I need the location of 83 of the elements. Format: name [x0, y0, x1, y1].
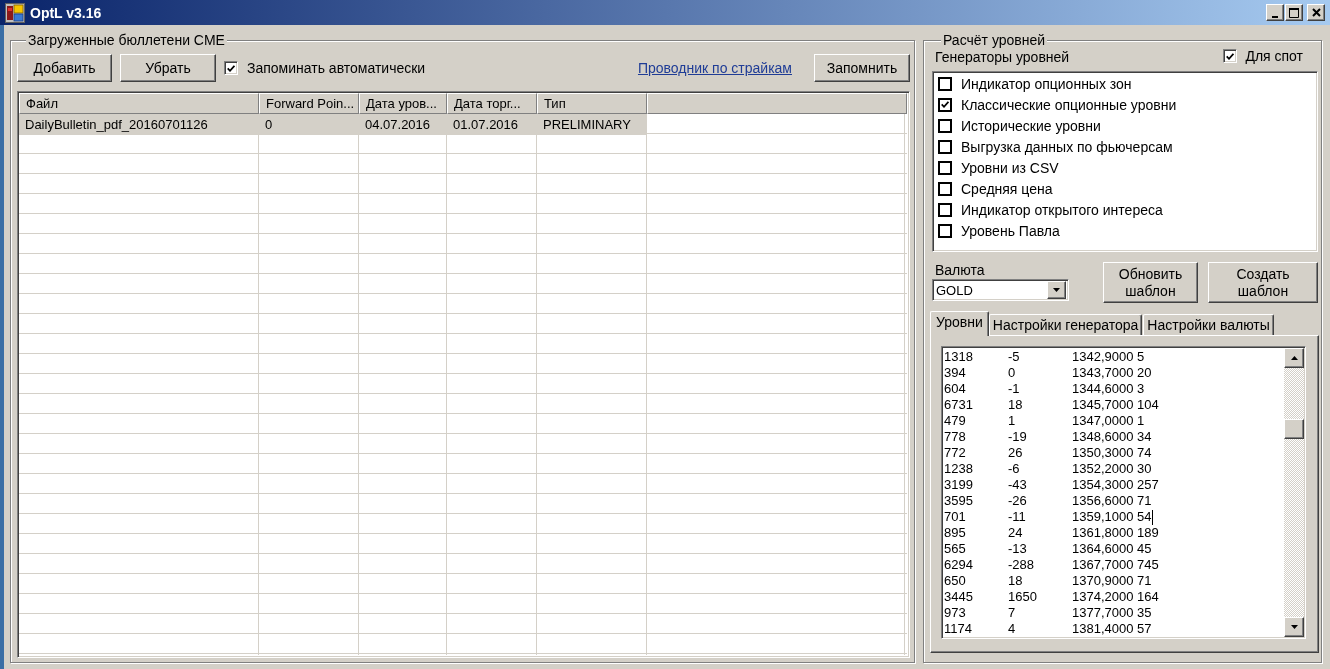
- template-button[interactable]: Создать шаблон: [1208, 262, 1318, 303]
- text-line: 895 24 1361,8000 189: [944, 525, 1160, 541]
- column-header[interactable]: Тип: [537, 93, 647, 114]
- checkbox[interactable]: [938, 181, 952, 196]
- tab[interactable]: Настройки генератора: [988, 314, 1143, 335]
- minimize-button[interactable]: [1266, 4, 1284, 21]
- check-icon: [1226, 52, 1235, 60]
- maximize-button[interactable]: [1285, 4, 1303, 21]
- down-arrow-icon: [1290, 625, 1298, 629]
- down-arrow-icon: [1053, 288, 1060, 292]
- minimize-icon: [1272, 16, 1278, 18]
- text-line: 1238 -6 1352,2000 30: [944, 461, 1153, 477]
- checkbox[interactable]: [1223, 49, 1238, 63]
- app-icon: [5, 2, 25, 23]
- text-line: 778 -19 1348,6000 34: [944, 429, 1153, 445]
- tab[interactable]: Уровни: [930, 311, 989, 336]
- table-cell: PRELIMINARY: [537, 114, 647, 135]
- checkbox[interactable]: [938, 202, 952, 217]
- column-header[interactable]: Дата уров...: [359, 93, 447, 114]
- toolbar-button[interactable]: Убрать: [120, 54, 216, 82]
- column-header[interactable]: Файл: [19, 93, 259, 114]
- checkbox-label[interactable]: Запоминать автоматически: [247, 60, 426, 76]
- template-button[interactable]: Обновить шаблон: [1103, 262, 1198, 303]
- save-button[interactable]: Запомнить: [814, 54, 910, 82]
- text-line: 565 -13 1364,6000 45: [944, 541, 1153, 557]
- text-line: 701 -11 1359,1000 54: [944, 509, 1154, 525]
- close-button[interactable]: [1307, 4, 1325, 21]
- dropdown-button[interactable]: [1047, 281, 1066, 299]
- field-label: Валюта: [934, 262, 986, 278]
- text-line: 973 7 1377,7000 35: [944, 605, 1153, 621]
- checkbox[interactable]: [224, 61, 238, 75]
- list-item-label[interactable]: Выгрузка данных по фьючерсам: [961, 138, 1173, 155]
- table-row[interactable]: DailyBulletin_pdf_20160701126 0 04.07.2016 01.07.2016 PRELIMINARY: [19, 114, 647, 135]
- up-arrow-icon: [1290, 356, 1298, 360]
- checkbox[interactable]: [938, 139, 952, 154]
- strike-guide-link[interactable]: Проводник по страйкам: [637, 60, 792, 76]
- text-cursor: [1151, 509, 1153, 525]
- text-line: 3199 -43 1354,3000 257: [944, 477, 1160, 493]
- list-item-label[interactable]: Исторические уровни: [961, 117, 1101, 134]
- list-item-label[interactable]: Классические опционные уровни: [961, 96, 1177, 113]
- text-line: 3595 -26 1356,6000 71: [944, 493, 1153, 509]
- maximize-icon: [1289, 7, 1299, 18]
- checkbox[interactable]: [938, 76, 952, 91]
- check-icon: [227, 64, 235, 72]
- section-label: Генераторы уровней: [935, 49, 1070, 65]
- list-item-label[interactable]: Уровень Павла: [961, 222, 1060, 239]
- text-line: 3445 1650 1374,2000 164: [944, 589, 1160, 605]
- text-line: 1174 4 1381,4000 57: [944, 621, 1153, 637]
- list-item-label[interactable]: Средняя цена: [961, 180, 1053, 197]
- list-item-label[interactable]: Индикатор опционных зон: [961, 75, 1132, 92]
- tab[interactable]: Настройки валюты: [1143, 314, 1274, 335]
- scroll-down-button[interactable]: [1284, 617, 1304, 637]
- scrollbar-thumb[interactable]: [1284, 419, 1304, 439]
- window-title: OptL v3.16: [30, 4, 103, 21]
- close-icon: [1311, 8, 1321, 17]
- scrollbar-track[interactable]: [1284, 348, 1304, 637]
- table-cell: 04.07.2016: [359, 114, 447, 135]
- checkbox-label[interactable]: Для спот: [1245, 48, 1303, 64]
- group-title: Расчёт уровней: [941, 32, 1048, 48]
- table-cell: 01.07.2016: [447, 114, 537, 135]
- text-line: 394 0 1343,7000 20: [944, 365, 1153, 381]
- checkbox[interactable]: [938, 160, 952, 175]
- text-line: 6731 18 1345,7000 104: [944, 397, 1160, 413]
- checkbox[interactable]: [938, 223, 952, 238]
- list-item-label[interactable]: Уровни из CSV: [961, 159, 1059, 176]
- checkbox[interactable]: [938, 97, 952, 112]
- text-line: 650 18 1370,9000 71: [944, 573, 1153, 589]
- table-cell: DailyBulletin_pdf_20160701126: [19, 114, 259, 135]
- text-line: 6294 -288 1367,7000 745: [944, 557, 1160, 573]
- scroll-up-button[interactable]: [1284, 348, 1304, 368]
- text-line: 772 26 1350,3000 74: [944, 445, 1153, 461]
- currency-dropdown[interactable]: GOLD: [932, 279, 1069, 301]
- toolbar-button[interactable]: Добавить: [17, 54, 112, 82]
- column-header[interactable]: Дата торг...: [447, 93, 537, 114]
- checkbox[interactable]: [938, 118, 952, 133]
- column-header[interactable]: Forward Poin...: [259, 93, 359, 114]
- check-icon: [941, 101, 949, 108]
- table-cell: 0: [259, 114, 359, 135]
- list-item-label[interactable]: Индикатор открытого интереса: [961, 201, 1163, 218]
- text-line: 479 1 1347,0000 1: [944, 413, 1146, 429]
- group-title: Загруженные бюллетени CME: [26, 32, 227, 48]
- text-line: 1318 -5 1342,9000 5: [944, 349, 1146, 365]
- text-line: 604 -1 1344,6000 3: [944, 381, 1146, 397]
